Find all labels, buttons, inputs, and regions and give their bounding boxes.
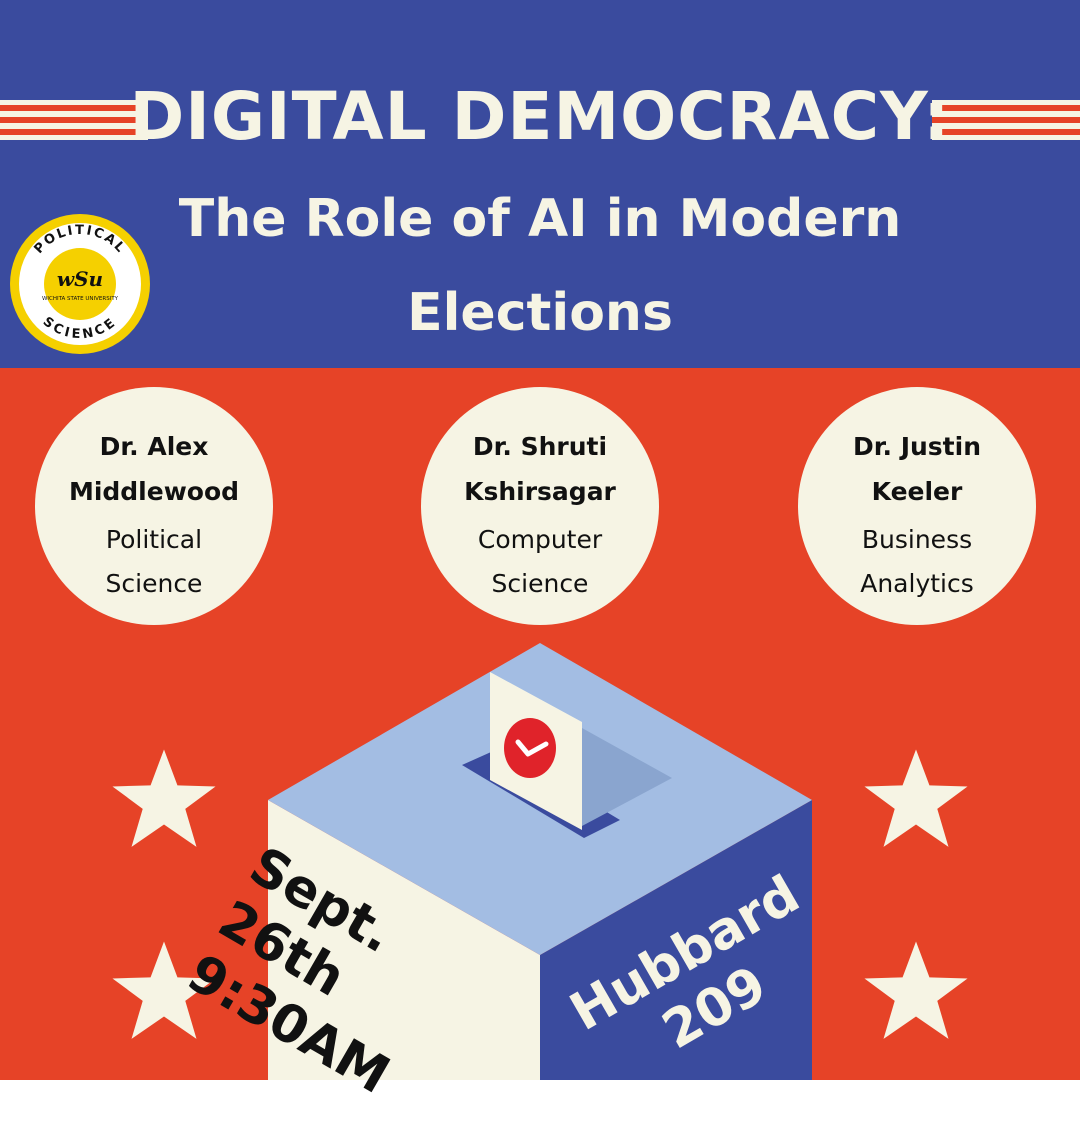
ballot-box-icon (268, 643, 812, 1080)
checkmark-icon (504, 718, 556, 778)
